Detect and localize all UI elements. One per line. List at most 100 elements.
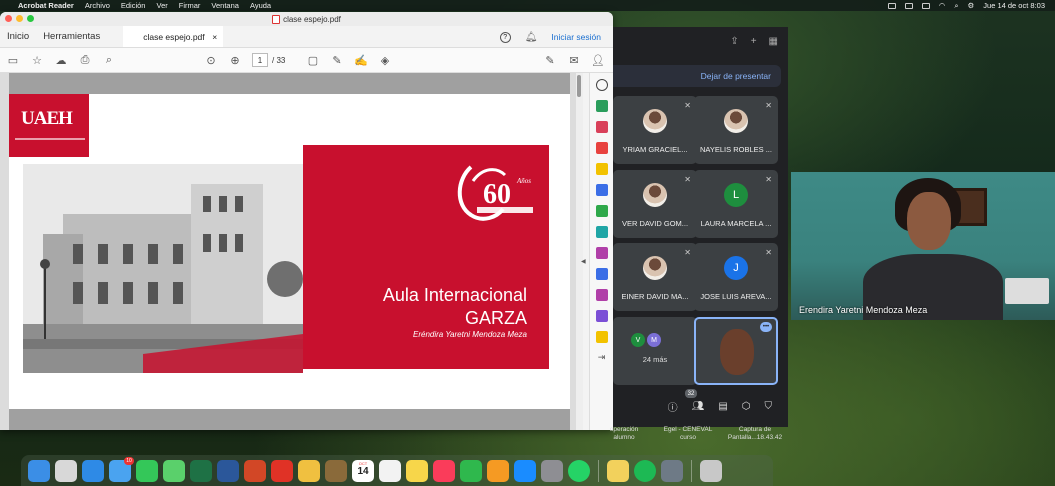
participant-tile[interactable]: ✕ J JOSE LUIS AREVA... — [694, 243, 778, 311]
rail-translate-icon[interactable] — [595, 184, 608, 196]
dock-notes-2-icon[interactable] — [607, 459, 629, 482]
participant-tile[interactable]: ✕ YRIAM GRACIEL... — [613, 96, 697, 164]
menu-firmar[interactable]: Firmar — [179, 1, 201, 10]
rail-organize-icon[interactable] — [595, 205, 608, 217]
dock-mail-icon[interactable]: 10 — [109, 456, 134, 482]
chat-icon[interactable]: ▤ — [718, 401, 727, 412]
close-window-button[interactable] — [5, 15, 12, 22]
wifi-icon[interactable]: ◠ — [939, 1, 946, 10]
sign-icon[interactable]: ✍ — [354, 53, 368, 67]
participant-tile[interactable]: ✕ VER DAVID GOM... — [613, 170, 697, 238]
edit-sign-icon[interactable]: ✎ — [543, 53, 557, 67]
dock-pages-icon[interactable] — [487, 459, 509, 482]
page-number-input[interactable]: 1 — [252, 53, 268, 67]
dock-messages-icon[interactable] — [163, 459, 185, 482]
dock-facetime-icon[interactable] — [136, 459, 158, 482]
screen-mirror-icon[interactable] — [887, 2, 896, 9]
dock-photos-icon[interactable] — [298, 459, 320, 482]
dock-word-icon[interactable] — [217, 459, 239, 482]
rail-protect-icon[interactable] — [595, 268, 608, 280]
dock-calendar-icon[interactable]: OCT 14 — [352, 459, 374, 482]
maximize-window-button[interactable] — [27, 15, 34, 22]
dock-music-icon[interactable] — [433, 459, 455, 482]
add-icon[interactable]: + — [751, 36, 757, 47]
activities-icon[interactable]: ⬡ — [742, 401, 751, 412]
rail-search-icon[interactable] — [595, 79, 608, 91]
page-up-icon[interactable]: ⊙ — [204, 53, 218, 67]
menu-app-name[interactable]: Acrobat Reader — [18, 1, 74, 10]
tab-inicio[interactable]: Inicio — [0, 26, 36, 47]
dock-app-store-icon[interactable] — [514, 459, 536, 482]
menu-ventana[interactable]: Ventana — [211, 1, 239, 10]
host-controls-icon[interactable]: ⛉ — [765, 401, 773, 412]
dock-system-preferences-icon[interactable] — [541, 459, 563, 482]
rail-create-pdf-icon[interactable] — [595, 100, 608, 112]
more-participants-tile[interactable]: V M 24 más — [613, 317, 697, 385]
desktop-file-label[interactable]: operación alumno — [604, 426, 644, 442]
zoom-search-icon[interactable]: ⌕ — [102, 53, 116, 67]
participant-tile[interactable]: ✕ L LAURA MARCELA ... — [694, 170, 778, 238]
dock-finder-icon[interactable] — [28, 459, 50, 482]
stop-presenting-button[interactable]: Dejar de presentar — [613, 65, 781, 87]
email-icon[interactable]: ✉ — [567, 53, 581, 67]
rail-comment-icon[interactable] — [595, 163, 608, 175]
menu-ayuda[interactable]: Ayuda — [250, 1, 271, 10]
dock-preview-icon[interactable] — [661, 459, 683, 482]
rail-scan-icon[interactable] — [595, 226, 608, 238]
dock-numbers-icon[interactable] — [460, 459, 482, 482]
notifications-icon[interactable]: 🔔︎ — [525, 32, 538, 43]
scrollbar-thumb[interactable] — [577, 75, 581, 97]
tab-herramientas[interactable]: Herramientas — [36, 26, 107, 47]
tab-document[interactable]: clase espejo.pdf × — [123, 26, 224, 47]
dock-reminders-icon[interactable] — [379, 459, 401, 482]
participant-tile[interactable]: ✕ NAYELIS ROBLES ... — [694, 96, 778, 164]
menu-archivo[interactable]: Archivo — [85, 1, 110, 10]
minimize-window-button[interactable] — [16, 15, 23, 22]
dock-whatsapp-icon[interactable] — [568, 459, 590, 482]
rail-more-icon[interactable] — [595, 331, 608, 343]
self-view-tile[interactable]: ••• — [694, 317, 778, 385]
right-panel-toggle-icon[interactable]: ◀ — [581, 258, 586, 265]
rail-expand-icon[interactable]: ⇥ — [598, 352, 606, 363]
desktop-file-label[interactable]: Captura de Pantalla...18.43.42 — [720, 426, 790, 442]
rail-sign-icon[interactable] — [595, 310, 608, 322]
rail-export-pdf-icon[interactable] — [595, 142, 608, 154]
dock-notes-icon[interactable] — [406, 459, 428, 482]
help-icon[interactable]: ? — [499, 31, 511, 43]
bluetooth-icon[interactable] — [921, 2, 930, 9]
highlight-pen-icon[interactable]: ✎ — [330, 53, 344, 67]
dock-safari-icon[interactable] — [82, 459, 104, 482]
dock-excel-icon[interactable] — [190, 459, 212, 482]
dock-spotify-icon[interactable] — [634, 459, 656, 482]
dock-trash-icon[interactable] — [700, 459, 722, 482]
stamp-icon[interactable]: ◈ — [378, 53, 392, 67]
more-options-icon[interactable]: ••• — [760, 322, 772, 332]
sign-in-link[interactable]: Iniciar sesión — [551, 32, 601, 42]
page-down-icon[interactable]: ⊕ — [228, 53, 242, 67]
menu-ver[interactable]: Ver — [156, 1, 167, 10]
menubar-clock[interactable]: Jue 14 de oct 8:03 — [983, 1, 1045, 10]
dock-powerpoint-icon[interactable] — [244, 459, 266, 482]
participant-tile[interactable]: ✕ EINER DAVID MA... — [613, 243, 697, 311]
people-icon[interactable]: 👥︎ — [692, 401, 705, 412]
share-icon[interactable]: ⇪ — [730, 36, 738, 47]
grid-layout-icon[interactable]: ▦ — [769, 36, 778, 47]
rail-edit-icon[interactable] — [595, 289, 608, 301]
dock-launchpad-icon[interactable] — [55, 459, 77, 482]
display-icon[interactable] — [904, 2, 913, 9]
save-icon[interactable]: ▭ — [6, 53, 20, 67]
document-viewport[interactable]: UAEH 60 Años Aula Internacional GARZA Er… — [0, 73, 576, 430]
close-tab-icon[interactable]: × — [212, 32, 217, 42]
rail-fill-sign-icon[interactable] — [595, 247, 608, 259]
menu-edicion[interactable]: Edición — [121, 1, 146, 10]
rail-combine-icon[interactable] — [595, 121, 608, 133]
desktop-file-label[interactable]: Egel - CENEVAL curso — [655, 426, 721, 442]
document-scrollbar[interactable] — [576, 73, 583, 430]
search-icon[interactable]: ⌕ — [954, 1, 958, 11]
info-icon[interactable]: ⓘ — [668, 399, 678, 414]
dock-app-brown-icon[interactable] — [325, 459, 347, 482]
comment-icon[interactable]: ▢ — [306, 53, 320, 67]
upload-cloud-icon[interactable]: ☁ — [54, 53, 68, 67]
dock-acrobat-icon[interactable] — [271, 459, 293, 482]
control-center-icon[interactable]: ⚙ — [968, 1, 975, 10]
